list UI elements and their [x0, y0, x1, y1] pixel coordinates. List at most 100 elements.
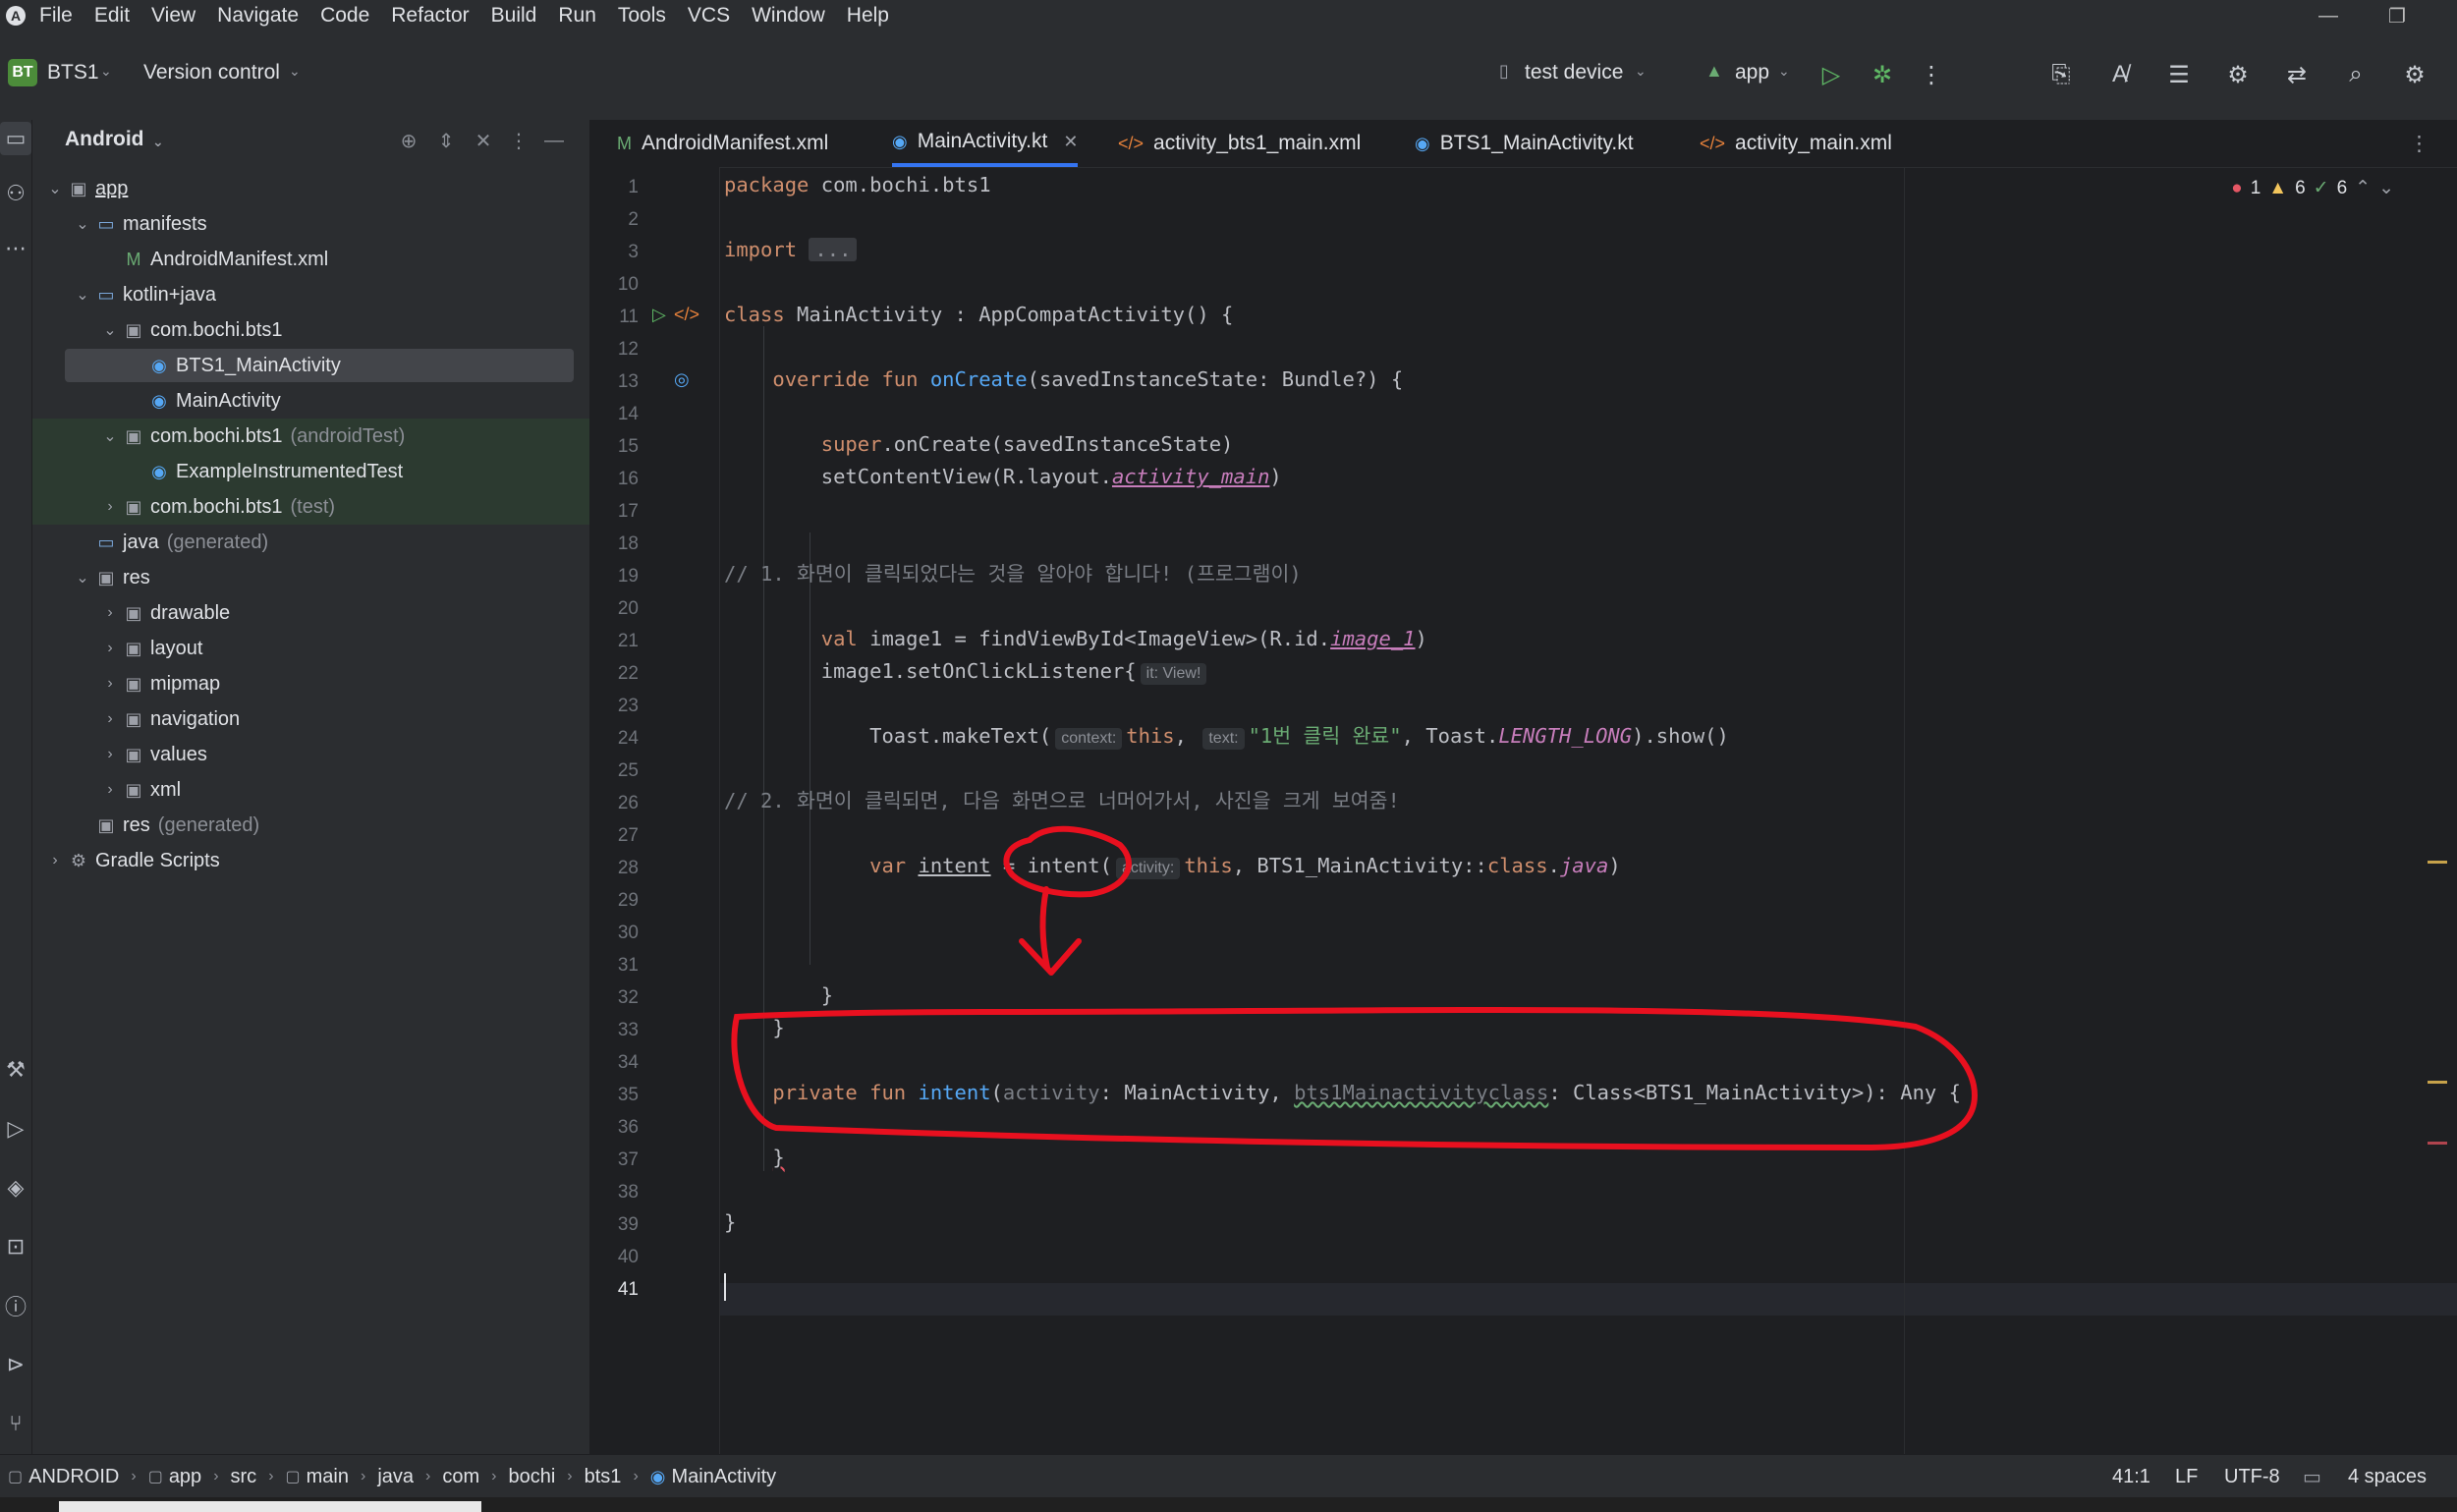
search-icon[interactable]: ⌕ — [2340, 59, 2372, 90]
tree-item-androidmanifest[interactable]: M AndroidManifest.xml — [32, 242, 589, 277]
menu-file[interactable]: File — [39, 4, 73, 28]
menu-edit[interactable]: Edit — [94, 4, 130, 28]
settings-gear-icon[interactable]: ⚙ — [2399, 59, 2430, 90]
tab-mainactivity[interactable]: ◉ MainActivity.kt ✕ — [892, 120, 1079, 167]
chevron-right-icon[interactable]: › — [99, 604, 121, 622]
chevron-down-icon[interactable]: ⌄ — [99, 426, 121, 446]
readonly-toggle-icon[interactable]: ▭ — [2303, 1455, 2321, 1498]
warning-marker[interactable] — [2428, 1081, 2447, 1084]
menu-refactor[interactable]: Refactor — [391, 4, 469, 28]
build-hammer-icon[interactable]: ⚒ — [0, 1053, 31, 1087]
tree-item-res[interactable]: ⌄ ▣ res — [32, 560, 589, 595]
tree-item-values[interactable]: › ▣ values — [32, 737, 589, 772]
app-quality-icon[interactable]: ◈ — [0, 1171, 31, 1204]
breadcrumb-item[interactable]: bochi — [508, 1466, 555, 1488]
run-config-selector[interactable]: app — [1735, 61, 1769, 84]
chevron-down-icon[interactable]: ⌄ — [99, 320, 121, 340]
folded-imports[interactable]: ... — [809, 238, 858, 261]
tree-item-bts1-mainactivity[interactable]: ◉ BTS1_MainActivity — [32, 348, 589, 383]
run-gutter-icon[interactable]: ▷ — [652, 305, 666, 325]
breadcrumb-item[interactable]: com — [442, 1466, 479, 1488]
tree-item-mipmap[interactable]: › ▣ mipmap — [32, 666, 589, 701]
menu-vcs[interactable]: VCS — [688, 4, 730, 28]
breadcrumb-item[interactable]: src — [231, 1466, 257, 1488]
tree-item-package-test[interactable]: › ▣ com.bochi.bts1 (test) — [32, 489, 589, 525]
menu-tools[interactable]: Tools — [618, 4, 666, 28]
breadcrumb-item[interactable]: app — [169, 1466, 201, 1488]
collapse-all-icon[interactable]: ✕ — [469, 126, 498, 155]
menu-view[interactable]: View — [151, 4, 195, 28]
tab-activity-bts1-main[interactable]: </> activity_bts1_main.xml — [1118, 120, 1361, 167]
chevron-right-icon[interactable]: › — [99, 781, 121, 799]
breadcrumb-item[interactable]: main — [307, 1466, 349, 1488]
breadcrumb-item[interactable]: ANDROID — [28, 1466, 119, 1488]
warning-marker[interactable] — [2428, 861, 2447, 864]
breadcrumb-item[interactable]: MainActivity — [671, 1466, 776, 1488]
run-icon[interactable]: ▷ — [1815, 59, 1847, 90]
tree-item-app[interactable]: ⌄ ▣ app — [32, 171, 589, 206]
menu-code[interactable]: Code — [320, 4, 369, 28]
tree-item-manifests[interactable]: ⌄ ▭ manifests — [32, 206, 589, 242]
tree-item-navigation[interactable]: › ▣ navigation — [32, 701, 589, 737]
tab-androidmanifest[interactable]: M AndroidManifest.xml — [617, 120, 828, 167]
tree-item-xml[interactable]: › ▣ xml — [32, 772, 589, 808]
chevron-right-icon[interactable]: › — [99, 640, 121, 657]
tree-item-exampleinstrumentedtest[interactable]: ◉ ExampleInstrumentedTest — [32, 454, 589, 489]
sync-project-icon[interactable]: ⎘ — [2045, 59, 2077, 90]
run-panel-icon[interactable]: ▷ — [0, 1112, 31, 1146]
more-tools-icon[interactable]: ⋯ — [0, 232, 31, 265]
resource-manager-icon[interactable]: ⚇ — [0, 177, 31, 210]
project-folder-icon[interactable]: ▭ — [0, 122, 31, 155]
tree-item-res-generated[interactable]: ▣ res (generated) — [32, 808, 589, 843]
menu-navigate[interactable]: Navigate — [217, 4, 299, 28]
tree-item-drawable[interactable]: › ▣ drawable — [32, 595, 589, 631]
hide-panel-icon[interactable]: — — [539, 126, 569, 155]
tree-item-java-generated[interactable]: ▭ java (generated) — [32, 525, 589, 560]
project-badge[interactable]: BT — [8, 59, 37, 86]
project-view-selector[interactable]: Android — [65, 128, 143, 151]
menu-build[interactable]: Build — [491, 4, 537, 28]
problems-icon[interactable]: ⓘ — [0, 1289, 31, 1322]
tree-item-package-main[interactable]: ⌄ ▣ com.bochi.bts1 — [32, 312, 589, 348]
options-icon[interactable]: ⋮ — [504, 126, 533, 155]
restore-window-button[interactable]: ❐ — [2377, 0, 2417, 31]
chevron-down-icon[interactable]: ⌄ — [72, 285, 93, 305]
project-name[interactable]: BTS1 — [47, 61, 99, 84]
chevron-down-icon[interactable]: ⌄ — [72, 214, 93, 234]
version-control-menu[interactable]: Version control — [143, 61, 280, 84]
translate-icon[interactable]: A̸ — [2104, 59, 2136, 90]
error-marker[interactable] — [2428, 1142, 2447, 1145]
override-method-icon[interactable]: ◎ — [674, 369, 690, 390]
tree-item-mainactivity[interactable]: ◉ MainActivity — [32, 383, 589, 419]
minimize-window-button[interactable]: — — [2309, 0, 2348, 31]
breadcrumb-item[interactable]: java — [377, 1466, 414, 1488]
chevron-down-icon[interactable]: ⌄ — [72, 568, 93, 588]
code-area[interactable]: package com.bochi.bts1 import ... class … — [724, 167, 2424, 1454]
debug-icon[interactable]: ✲ — [1867, 59, 1898, 90]
terminal-icon[interactable]: ⊳ — [0, 1348, 31, 1381]
tree-item-gradle-scripts[interactable]: › ⚙ Gradle Scripts — [32, 843, 589, 878]
tree-item-kotlin-java[interactable]: ⌄ ▭ kotlin+java — [32, 277, 589, 312]
more-actions-icon[interactable]: ⋮ — [1916, 59, 1947, 90]
chevron-right-icon[interactable]: › — [44, 852, 66, 869]
menu-run[interactable]: Run — [558, 4, 596, 28]
chevron-right-icon[interactable]: › — [99, 710, 121, 728]
logcat-icon[interactable]: ⊡ — [0, 1230, 31, 1263]
chevron-right-icon[interactable]: › — [99, 675, 121, 693]
chevron-right-icon[interactable]: › — [99, 746, 121, 763]
tab-bts1-mainactivity[interactable]: ◉ BTS1_MainActivity.kt — [1415, 120, 1634, 167]
breadcrumb-item[interactable]: bts1 — [585, 1466, 622, 1488]
line-separator[interactable]: LF — [2175, 1455, 2198, 1498]
gradle-sync-icon[interactable]: ⇄ — [2281, 59, 2313, 90]
locate-file-icon[interactable]: ⊕ — [394, 126, 423, 155]
menu-window[interactable]: Window — [752, 4, 825, 28]
indent-setting[interactable]: 4 spaces — [2348, 1455, 2427, 1498]
caret-position[interactable]: 41:1 — [2112, 1455, 2150, 1498]
chevron-right-icon[interactable]: › — [99, 498, 121, 516]
tab-options-icon[interactable]: ⋮ — [2409, 120, 2429, 167]
tab-activity-main[interactable]: </> activity_main.xml — [1700, 120, 1892, 167]
close-icon[interactable]: ✕ — [1063, 132, 1078, 152]
structure-icon[interactable]: ☰ — [2163, 59, 2195, 90]
tree-item-layout[interactable]: › ▣ layout — [32, 631, 589, 666]
xml-related-icon[interactable]: </> — [674, 305, 699, 325]
